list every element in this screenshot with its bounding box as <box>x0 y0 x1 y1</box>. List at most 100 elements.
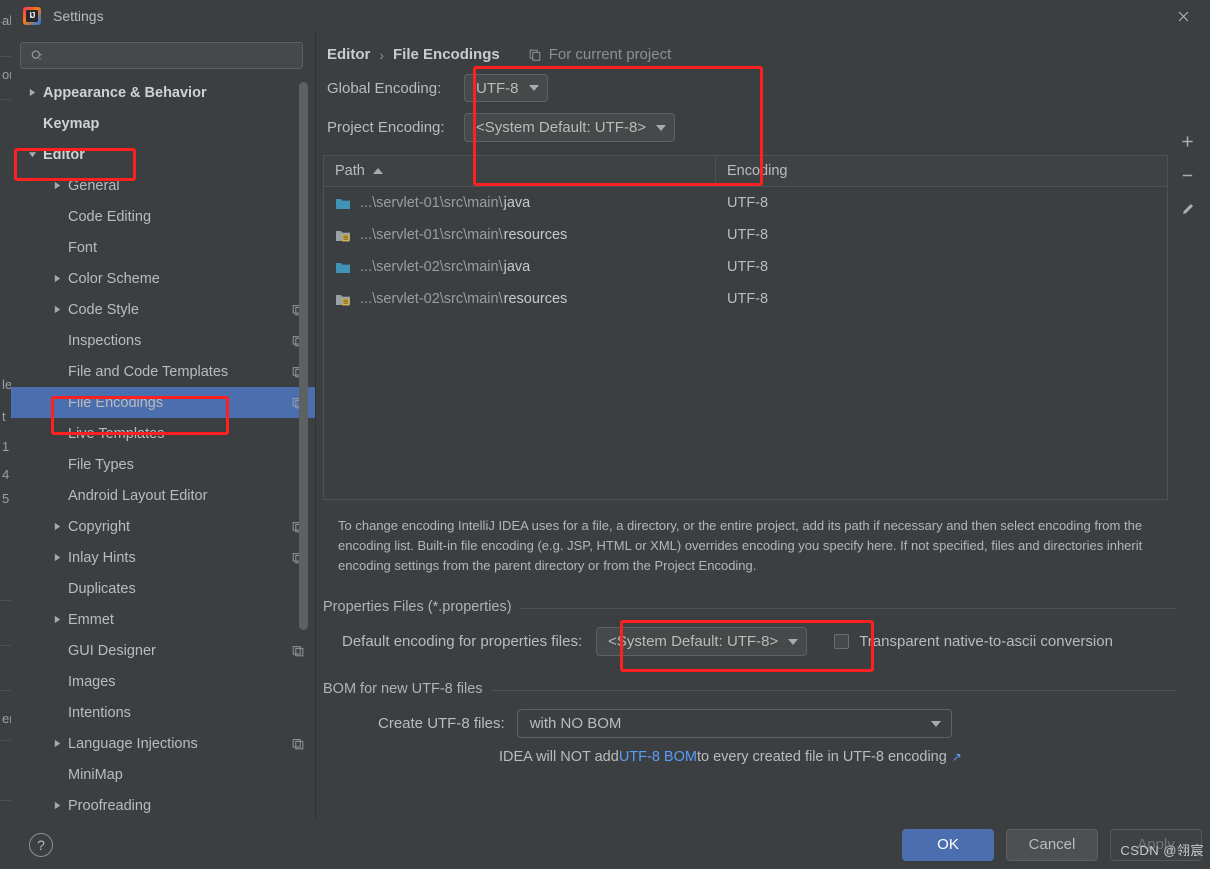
sidebar-item-appearance-behavior[interactable]: Appearance & Behavior <box>11 77 315 108</box>
chevron-right-icon[interactable] <box>51 179 64 192</box>
chevron-right-icon[interactable] <box>26 86 39 99</box>
sidebar-item-file-types[interactable]: File Types <box>11 449 315 480</box>
sidebar-item-inlay-hints[interactable]: Inlay Hints <box>11 542 315 573</box>
column-header-encoding-label: Encoding <box>727 163 788 179</box>
sidebar-item-general[interactable]: General <box>11 170 315 201</box>
global-encoding-combo[interactable]: UTF-8 <box>464 74 548 102</box>
dialog-footer: ? OK Cancel Apply <box>11 820 1210 869</box>
sidebar-item-duplicates[interactable]: Duplicates <box>11 573 315 604</box>
chevron-right-icon[interactable] <box>51 303 64 316</box>
sidebar-item-proofreading[interactable]: Proofreading <box>11 790 315 820</box>
sidebar-item-intentions[interactable]: Intentions <box>11 697 315 728</box>
project-encoding-combo[interactable]: <System Default: UTF-8> <box>464 113 676 142</box>
chevron-right-icon[interactable] <box>51 520 64 533</box>
column-header-path[interactable]: Path <box>324 156 716 186</box>
project-encoding-label: Project Encoding: <box>327 119 445 136</box>
search-box[interactable] <box>20 42 303 69</box>
create-utf8-files-label: Create UTF-8 files: <box>378 715 505 733</box>
default-properties-encoding-value: <System Default: UTF-8> <box>608 633 779 651</box>
copy-icon <box>529 49 541 61</box>
sidebar-item-label: Font <box>68 239 98 256</box>
bom-note-before: IDEA will NOT add <box>499 749 619 766</box>
search-input[interactable] <box>44 48 302 63</box>
table-row[interactable]: ...\servlet-02\src\main\ resources UTF-8 <box>324 283 1167 315</box>
sidebar-item-file-encodings[interactable]: File Encodings <box>11 387 315 418</box>
column-header-encoding[interactable]: Encoding <box>716 156 787 186</box>
sidebar-item-label: Emmet <box>68 611 114 628</box>
transparent-native-ascii-checkbox[interactable] <box>834 634 850 650</box>
sidebar-item-color-scheme[interactable]: Color Scheme <box>11 263 315 294</box>
chevron-down-icon[interactable] <box>26 148 39 161</box>
sort-ascending-icon <box>372 168 383 174</box>
add-path-button[interactable] <box>1172 124 1202 158</box>
table-row[interactable]: ...\servlet-01\src\main\ resources UTF-8 <box>324 219 1167 251</box>
sidebar-item-label: Android Layout Editor <box>68 487 208 504</box>
ok-button[interactable]: OK <box>902 828 994 861</box>
sidebar-item-live-templates[interactable]: Live Templates <box>11 418 315 449</box>
breadcrumb-current: File Encodings <box>393 46 500 63</box>
chevron-right-icon[interactable] <box>51 737 64 750</box>
settings-dialog: IJ Settings Appearance & Behavior Keymap… <box>11 0 1210 869</box>
sidebar-item-gui-designer[interactable]: GUI Designer <box>11 635 315 666</box>
default-properties-encoding-label: Default encoding for properties files: <box>342 633 583 651</box>
sidebar-item-code-style[interactable]: Code Style <box>11 294 315 325</box>
table-row[interactable]: ...\servlet-02\src\main\ java UTF-8 <box>324 251 1167 283</box>
cell-path: ...\servlet-02\src\main\ java <box>324 259 716 275</box>
encodings-table[interactable]: Path Encoding ...\servlet-01\src\main\ ja… <box>323 135 1193 500</box>
sidebar-item-label: Color Scheme <box>68 270 160 287</box>
sidebar-item-label: Keymap <box>43 115 100 132</box>
apply-button[interactable]: Apply <box>1110 828 1202 861</box>
sidebar-scrollbar[interactable] <box>299 82 308 630</box>
close-icon[interactable] <box>1160 0 1206 32</box>
sidebar-item-label: File Encodings <box>68 394 164 411</box>
copy-icon <box>291 644 305 658</box>
global-encoding-value: UTF-8 <box>476 79 519 97</box>
settings-tree[interactable]: Appearance & Behavior Keymap Editor General… <box>11 77 315 820</box>
sidebar-item-emmet[interactable]: Emmet <box>11 604 315 635</box>
sidebar-item-font[interactable]: Font <box>11 232 315 263</box>
chevron-right-icon[interactable] <box>51 799 64 812</box>
bom-note-after: to every created file in UTF-8 encoding <box>696 749 947 766</box>
cell-encoding: UTF-8 <box>727 259 769 275</box>
cell-path-prefix: ...\servlet-01\src\main\ <box>360 195 503 211</box>
sidebar-item-android-layout-editor[interactable]: Android Layout Editor <box>11 480 315 511</box>
properties-files-group: Properties Files (*.properties) Default … <box>316 598 1176 657</box>
cell-encoding: UTF-8 <box>727 195 769 211</box>
sidebar-item-minimap[interactable]: MiniMap <box>11 759 315 790</box>
chevron-right-icon[interactable] <box>51 272 64 285</box>
edit-path-button[interactable] <box>1172 192 1202 226</box>
sidebar-item-label: Language Injections <box>68 735 198 752</box>
sidebar-item-label: Copyright <box>68 518 131 535</box>
search-container <box>11 32 315 77</box>
sidebar-item-file-and-code-templates[interactable]: File and Code Templates <box>11 356 315 387</box>
cell-encoding: UTF-8 <box>727 227 769 243</box>
breadcrumb-parent[interactable]: Editor <box>327 46 370 63</box>
sidebar-item-inspections[interactable]: Inspections <box>11 325 315 356</box>
utf8-bom-link[interactable]: UTF-8 BOM <box>619 749 697 765</box>
sidebar-item-label: Intentions <box>68 704 131 721</box>
sidebar-item-editor[interactable]: Editor <box>11 139 315 170</box>
cell-path-leaf: java <box>503 259 531 275</box>
cancel-button[interactable]: Cancel <box>1006 828 1098 861</box>
default-properties-encoding-combo[interactable]: <System Default: UTF-8> <box>596 627 808 657</box>
create-utf8-files-combo[interactable]: with NO BOM <box>516 709 952 739</box>
sidebar-item-copyright[interactable]: Copyright <box>11 511 315 542</box>
chevron-right-icon[interactable] <box>51 551 64 564</box>
sidebar-item-code-editing[interactable]: Code Editing <box>11 201 315 232</box>
sidebar-item-language-injections[interactable]: Language Injections <box>11 728 315 759</box>
external-link-icon[interactable]: ↗ <box>952 750 962 764</box>
table-header: Path Encoding <box>324 156 1167 187</box>
chevron-right-icon[interactable] <box>51 613 64 626</box>
table-row[interactable]: ...\servlet-01\src\main\ java UTF-8 <box>324 187 1167 219</box>
remove-path-button[interactable] <box>1172 158 1202 192</box>
cell-path-prefix: ...\servlet-01\src\main\ <box>360 227 503 243</box>
chevron-down-icon <box>788 638 799 645</box>
transparent-native-ascii-label: Transparent native-to-ascii conversion <box>859 633 1113 651</box>
sidebar-item-keymap[interactable]: Keymap <box>11 108 315 139</box>
sidebar-item-images[interactable]: Images <box>11 666 315 697</box>
help-button[interactable]: ? <box>29 832 53 857</box>
sidebar-item-label: Proofreading <box>68 797 152 814</box>
